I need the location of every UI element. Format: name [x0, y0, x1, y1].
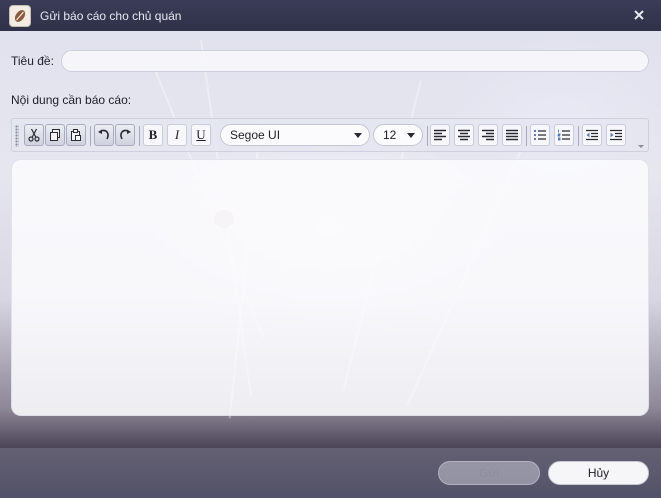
toolbar-separator	[139, 126, 140, 146]
toolbar-grip[interactable]	[15, 125, 19, 147]
align-center-icon	[458, 129, 470, 141]
cut-button[interactable]	[24, 124, 44, 146]
copy-icon	[50, 129, 60, 141]
align-right-button[interactable]	[478, 124, 498, 146]
align-right-icon	[482, 129, 494, 141]
underline-button[interactable]: U	[191, 124, 211, 146]
numbered-list-button[interactable]	[554, 124, 574, 146]
bold-button[interactable]: B	[143, 124, 163, 146]
align-left-icon	[434, 129, 446, 141]
toolbar-separator	[427, 126, 428, 146]
title-bar: Gửi báo cáo cho chủ quán	[0, 0, 661, 31]
decrease-indent-button[interactable]	[582, 124, 602, 146]
redo-button[interactable]	[115, 124, 135, 146]
font-size-select[interactable]: 12	[373, 124, 423, 146]
window-title: Gửi báo cáo cho chủ quán	[40, 9, 182, 23]
send-button[interactable]: Gửi	[438, 461, 540, 485]
toolbar-separator	[526, 126, 527, 146]
justify-icon	[506, 129, 518, 141]
align-left-button[interactable]	[430, 124, 450, 146]
copy-button[interactable]	[45, 124, 65, 146]
font-size-value: 12	[383, 128, 397, 142]
paste-button[interactable]	[66, 124, 86, 146]
cancel-button[interactable]: Hủy	[548, 461, 649, 485]
numbered-list-icon	[557, 129, 570, 141]
chevron-down-icon	[407, 133, 415, 138]
toolbar-overflow-icon[interactable]	[638, 145, 644, 148]
align-center-button[interactable]	[454, 124, 474, 146]
increase-indent-button[interactable]	[606, 124, 626, 146]
close-button[interactable]	[631, 7, 647, 23]
redo-icon	[120, 129, 131, 140]
subject-label: Tiêu đề:	[11, 54, 54, 68]
subject-input[interactable]	[61, 50, 649, 72]
italic-button[interactable]: I	[167, 124, 187, 146]
bullet-list-icon	[534, 130, 546, 140]
report-content-editor[interactable]	[11, 159, 649, 416]
toolbar-separator	[90, 126, 91, 146]
scissors-icon	[28, 128, 40, 142]
undo-button[interactable]	[94, 124, 114, 146]
paste-icon	[71, 129, 81, 141]
font-family-value: Segoe UI	[230, 128, 281, 142]
chevron-down-icon	[354, 133, 362, 138]
bullet-list-button[interactable]	[530, 124, 550, 146]
content-label: Nội dung cần báo cáo:	[11, 93, 132, 107]
font-family-select[interactable]: Segoe UI	[220, 124, 370, 146]
toolbar-separator	[578, 126, 579, 146]
justify-button[interactable]	[502, 124, 522, 146]
indent-icon	[610, 129, 622, 141]
formatting-toolbar: B I U Segoe UI 12	[11, 118, 649, 152]
close-icon	[634, 10, 644, 20]
outdent-icon	[586, 129, 598, 141]
coffee-bean-icon	[9, 5, 31, 27]
undo-icon	[98, 129, 109, 140]
